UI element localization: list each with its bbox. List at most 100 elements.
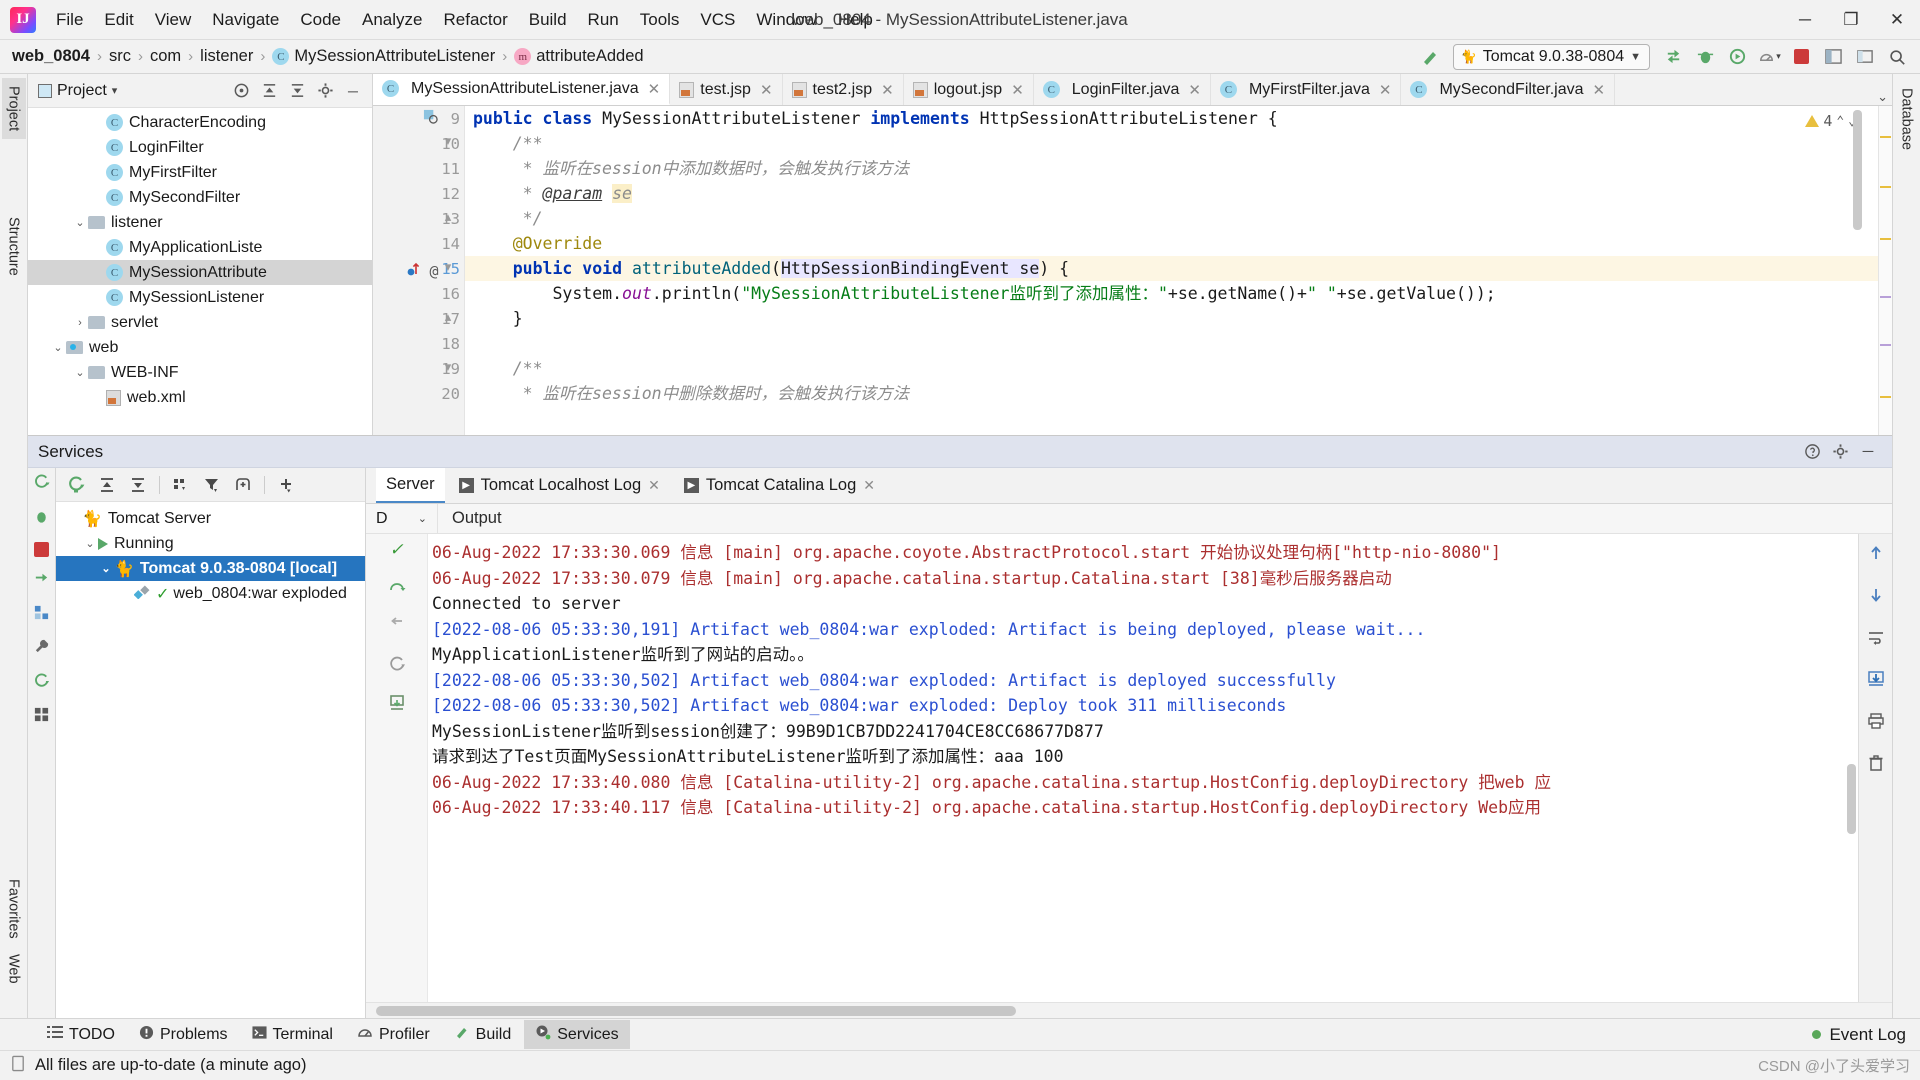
add-icon[interactable] [272, 472, 300, 498]
breadcrumb-method[interactable]: attributeAdded [536, 47, 643, 66]
run-coverage-icon[interactable] [1722, 43, 1752, 71]
tool-window-structure[interactable]: Structure [2, 209, 26, 284]
hide-icon[interactable]: ─ [340, 78, 366, 104]
tree-row-mysessionattributelistener[interactable]: C MySessionAttribute [28, 260, 372, 285]
close-icon[interactable]: ✕ [760, 81, 773, 99]
close-icon[interactable]: ✕ [881, 81, 894, 99]
tool-button-problems[interactable]: Problems [128, 1021, 239, 1049]
grid-icon[interactable] [33, 706, 50, 727]
debug-icon[interactable] [33, 508, 50, 529]
chevron-right-icon[interactable]: › [72, 317, 88, 329]
menu-refactor[interactable]: Refactor [433, 6, 517, 34]
fold-marker-icon[interactable]: ▴ [441, 309, 455, 325]
editor-tab-myfirstfilter[interactable]: C MyFirstFilter.java ✕ [1211, 74, 1401, 105]
gear-icon[interactable] [1826, 439, 1854, 465]
tree-row-servlet[interactable]: › servlet [28, 310, 372, 335]
tree-row-web[interactable]: ⌄ web [28, 335, 372, 360]
code-text[interactable]: public class MySessionAttributeListener … [465, 106, 1878, 435]
tool-window-project[interactable]: Project [2, 78, 26, 139]
tool-window-favorites[interactable]: Favorites [2, 871, 26, 947]
menu-vcs[interactable]: VCS [690, 6, 745, 34]
close-icon[interactable]: ✕ [648, 477, 660, 494]
breadcrumb-src[interactable]: src [109, 47, 131, 66]
minimize-icon[interactable]: ─ [1782, 0, 1828, 39]
chevron-down-icon[interactable]: ⌄ [1877, 89, 1888, 105]
expand-all-icon[interactable] [93, 472, 121, 498]
editor-gutter[interactable]: 9 10 11 12 13 14 15 16 17 18 19 20 [373, 106, 465, 435]
breadcrumb-com[interactable]: com [150, 47, 181, 66]
trash-icon[interactable] [1867, 754, 1885, 777]
tool-window-web[interactable]: Web [2, 946, 26, 992]
step-out-icon[interactable] [388, 616, 406, 638]
project-tree[interactable]: C CharacterEncoding C LoginFilter C MyFi… [28, 108, 372, 435]
fold-marker-icon[interactable]: ▾ [441, 133, 455, 149]
profiler-icon[interactable]: ▾ [1754, 43, 1784, 71]
build-hammer-icon[interactable] [1415, 43, 1445, 71]
menu-window[interactable]: Window [746, 6, 826, 34]
scroll-to-end-icon[interactable] [388, 694, 406, 716]
restart-icon[interactable] [388, 655, 406, 677]
menu-run[interactable]: Run [578, 6, 629, 34]
console-output[interactable]: 06-Aug-2022 17:33:30.069 信息 [main] org.a… [428, 534, 1858, 1002]
rerun-icon[interactable] [62, 472, 90, 498]
chevron-down-icon[interactable]: ⌄ [98, 562, 114, 575]
services-row-artifact[interactable]: ✓ web_0804:war exploded [56, 581, 365, 606]
tool-button-build[interactable]: Build [443, 1020, 523, 1049]
tree-row-mysessionlistener[interactable]: C MySessionListener [28, 285, 372, 310]
menu-navigate[interactable]: Navigate [202, 6, 289, 34]
editor-tab-overflow[interactable]: ⌄ [1877, 89, 1892, 105]
tree-row-characterencoding[interactable]: C CharacterEncoding [28, 110, 372, 135]
code-editor[interactable]: 9 10 11 12 13 14 15 16 17 18 19 20 [373, 106, 1892, 435]
maximize-icon[interactable]: ❐ [1828, 0, 1874, 39]
editor-tab-test-jsp[interactable]: test.jsp ✕ [670, 74, 782, 105]
up-icon[interactable] [1867, 544, 1885, 567]
step-over-icon[interactable] [388, 577, 406, 599]
rerun-icon[interactable] [33, 474, 50, 495]
tool-window-database[interactable]: Database [1895, 80, 1919, 158]
tool-button-profiler[interactable]: Profiler [346, 1020, 441, 1049]
select-opened-file-icon[interactable] [1850, 43, 1880, 71]
hide-icon[interactable]: ─ [1854, 439, 1882, 465]
services-tab-server[interactable]: Server [376, 468, 445, 503]
locate-icon[interactable] [228, 78, 254, 104]
breadcrumb-project[interactable]: web_0804 [12, 47, 90, 66]
editor-tab-mysessionattributelistener[interactable]: C MySessionAttributeListener.java ✕ [373, 74, 670, 105]
menu-tools[interactable]: Tools [630, 6, 690, 34]
inspection-widget[interactable]: 4 ⌃ ⌄ [1801, 110, 1860, 132]
collapse-all-icon[interactable] [284, 78, 310, 104]
add-tab-icon[interactable] [229, 472, 257, 498]
breadcrumb-class[interactable]: MySessionAttributeListener [294, 47, 495, 66]
chevron-down-icon[interactable]: ⌄ [82, 537, 98, 550]
redeploy-icon[interactable] [33, 570, 50, 591]
close-icon[interactable]: ✕ [1188, 81, 1201, 99]
run-configuration-selector[interactable]: 🐈 Tomcat 9.0.38-0804 ▼ [1453, 44, 1651, 70]
editor-tab-test2-jsp[interactable]: test2.jsp ✕ [783, 74, 904, 105]
tree-row-listener[interactable]: ⌄ listener [28, 210, 372, 235]
update-app-icon[interactable] [1658, 43, 1688, 71]
services-tree[interactable]: 🐈 Tomcat Server ⌄ Running ⌄ 🐈 [56, 502, 365, 1018]
project-panel-title[interactable]: Project ▾ [34, 80, 121, 102]
tree-row-mysecondfilter[interactable]: C MySecondFilter [28, 185, 372, 210]
close-icon[interactable]: ✕ [1593, 81, 1606, 99]
services-tab-tomcat-catalina-log[interactable]: ▶ Tomcat Catalina Log ✕ [674, 468, 885, 503]
output-dropdown[interactable]: D ⌄ [366, 504, 438, 534]
tree-row-web-xml[interactable]: web.xml [28, 385, 372, 410]
tree-row-web-inf[interactable]: ⌄ WEB-INF [28, 360, 372, 385]
editor-vertical-scrollbar[interactable] [1853, 106, 1862, 435]
editor-tab-mysecondfilter[interactable]: C MySecondFilter.java ✕ [1401, 74, 1615, 105]
services-row-running[interactable]: ⌄ Running [56, 531, 365, 556]
tool-button-todo[interactable]: TODO [36, 1021, 126, 1048]
close-icon[interactable]: ✕ [1874, 0, 1920, 39]
menu-view[interactable]: View [145, 6, 202, 34]
expand-all-icon[interactable] [256, 78, 282, 104]
filter-icon[interactable] [198, 472, 226, 498]
tool-button-terminal[interactable]: Terminal [241, 1021, 344, 1049]
editor-tab-logout-jsp[interactable]: logout.jsp ✕ [904, 74, 1034, 105]
stop-icon[interactable] [34, 542, 49, 557]
class-marker-icon[interactable] [420, 109, 440, 129]
fold-marker-icon[interactable]: ▴ [441, 209, 455, 225]
soft-wrap-icon[interactable] [1867, 628, 1885, 651]
print-icon[interactable] [1867, 712, 1885, 735]
menu-analyze[interactable]: Analyze [352, 6, 432, 34]
scroll-to-end-icon[interactable] [1867, 670, 1885, 693]
